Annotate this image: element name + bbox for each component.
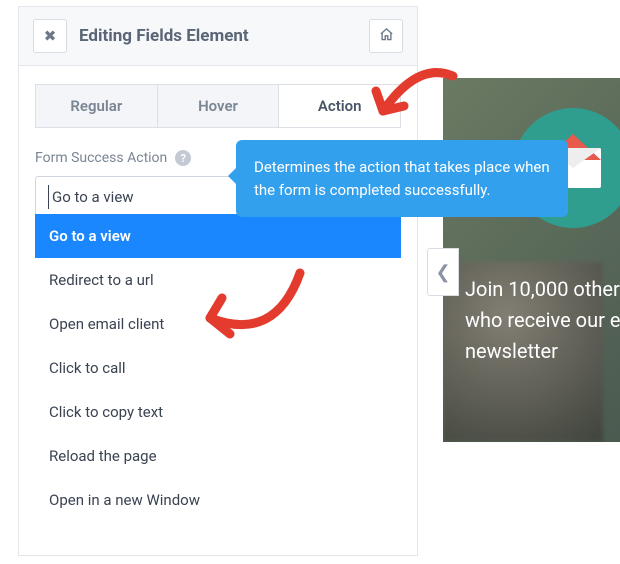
- panel-header: ✖ Editing Fields Element: [19, 7, 417, 66]
- collapse-preview-button[interactable]: ❮: [427, 248, 459, 296]
- option-click-to-call[interactable]: Click to call: [35, 346, 401, 390]
- tab-action[interactable]: Action: [279, 85, 400, 127]
- help-icon[interactable]: ?: [175, 150, 191, 166]
- home-button[interactable]: [369, 19, 403, 53]
- option-reload-page[interactable]: Reload the page: [35, 434, 401, 478]
- option-copy-text[interactable]: Click to copy text: [35, 390, 401, 434]
- option-go-to-view[interactable]: Go to a view: [35, 214, 401, 258]
- close-button[interactable]: ✖: [33, 19, 67, 53]
- help-tooltip: Determines the action that takes place w…: [236, 140, 568, 217]
- preview-headline: Join 10,000 other folks who receive our …: [465, 274, 620, 367]
- chevron-left-icon: ❮: [435, 262, 450, 283]
- text-cursor: [48, 185, 49, 209]
- success-action-dropdown: Go to a view Redirect to a url Open emai…: [35, 214, 401, 522]
- tab-regular[interactable]: Regular: [36, 85, 158, 127]
- preview-pane: Join 10,000 other folks who receive our …: [443, 78, 620, 442]
- panel-title: Editing Fields Element: [79, 26, 249, 46]
- close-icon: ✖: [44, 27, 57, 45]
- field-label: Form Success Action: [35, 150, 167, 166]
- home-icon: [379, 27, 394, 46]
- tab-hover[interactable]: Hover: [158, 85, 280, 127]
- option-open-email[interactable]: Open email client: [35, 302, 401, 346]
- style-tabs: Regular Hover Action: [35, 84, 401, 128]
- option-new-window[interactable]: Open in a new Window: [35, 478, 401, 522]
- editing-panel: ✖ Editing Fields Element Regular Hover A…: [18, 6, 418, 556]
- option-redirect-url[interactable]: Redirect to a url: [35, 258, 401, 302]
- select-value: Go to a view: [52, 188, 134, 206]
